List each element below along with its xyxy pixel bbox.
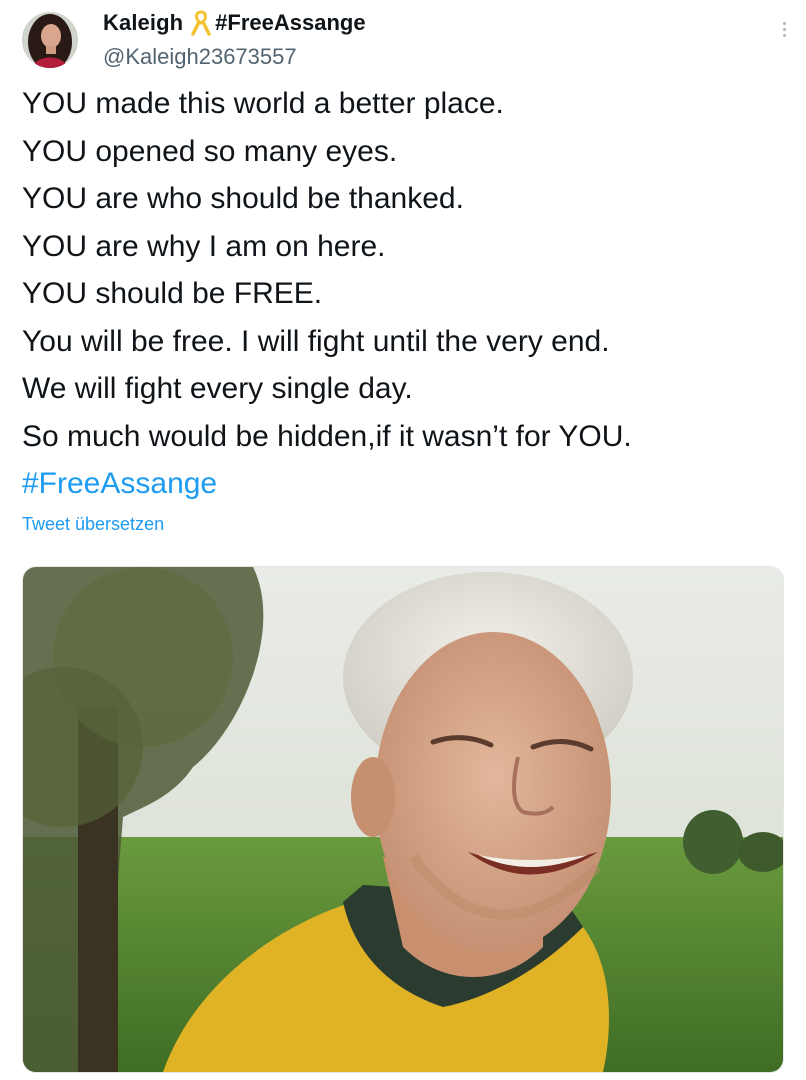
tweet-line: So much would be hidden,if it wasn’t for… [22, 419, 632, 453]
tweet-text: YOU made this world a better place. YOU … [22, 80, 792, 508]
translate-tweet-link[interactable]: Tweet übersetzen [22, 514, 164, 535]
hashtag-link[interactable]: #FreeAssange [22, 460, 792, 508]
more-options-icon[interactable] [783, 20, 789, 40]
author-name-row[interactable]: Kaleigh #FreeAssange [103, 8, 366, 38]
avatar[interactable] [22, 12, 78, 68]
tweet: Kaleigh #FreeAssange @Kaleigh23673557 YO… [0, 0, 806, 1080]
tweet-line: YOU should be FREE. [22, 277, 323, 310]
display-name-hashtag: #FreeAssange [215, 10, 366, 35]
tweet-line: YOU opened so many eyes. [22, 134, 398, 168]
tweet-line: YOU are who should be thanked. [22, 182, 464, 215]
tweet-line: You will be free. I will fight until the… [22, 324, 610, 358]
user-handle[interactable]: @Kaleigh23673557 [103, 44, 297, 70]
yellow-ribbon-icon [189, 10, 213, 36]
tweet-line: We will fight every single day. [22, 372, 413, 405]
tweet-photo[interactable] [22, 566, 784, 1073]
tweet-line: YOU are why I am on here. [22, 229, 386, 263]
tweet-line: YOU made this world a better place. [22, 87, 504, 120]
display-name[interactable]: Kaleigh [103, 10, 183, 36]
